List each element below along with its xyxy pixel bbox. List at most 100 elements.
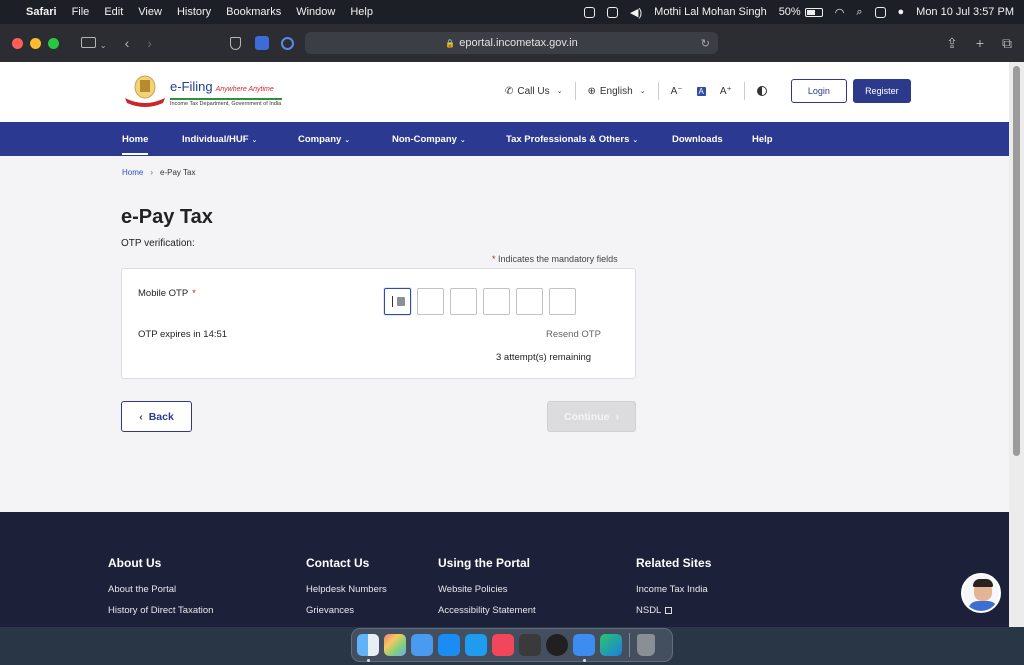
efiling-brand[interactable]: e-Filing Anywhere Anytime Income Tax Depa… xyxy=(170,78,282,107)
chat-assistant-avatar[interactable] xyxy=(961,573,1001,613)
contrast-toggle-icon[interactable] xyxy=(756,86,767,96)
otp-digit-input-4[interactable] xyxy=(483,288,510,315)
scrollbar-thumb[interactable] xyxy=(1013,66,1020,456)
page-scrollbar[interactable] xyxy=(1009,62,1024,627)
edge-browser-icon[interactable] xyxy=(600,634,622,656)
otp-digit-input-1[interactable] xyxy=(384,288,411,315)
window-controls xyxy=(12,37,59,49)
footer-link-helpdesk[interactable]: Helpdesk Numbers xyxy=(306,584,387,595)
final-cut-pro-icon[interactable] xyxy=(519,634,541,656)
spotlight-search-icon[interactable]: ⌕ xyxy=(856,6,862,19)
nav-non-company[interactable]: Non-Company ⌄ xyxy=(392,134,466,145)
menu-help[interactable]: Help xyxy=(350,6,373,18)
nav-individual-huf[interactable]: Individual/HUF ⌄ xyxy=(182,134,257,145)
chevron-down-icon: ⌄ xyxy=(251,137,258,144)
trash-icon[interactable] xyxy=(637,634,655,656)
battery-status[interactable]: 50% xyxy=(779,6,823,18)
divider xyxy=(574,82,576,100)
back-button[interactable]: ‹ Back xyxy=(121,401,192,432)
brand-underline xyxy=(170,98,282,100)
menu-user-name[interactable]: Mothi Lal Mohan Singh xyxy=(654,6,767,18)
footer-contact-heading: Contact Us xyxy=(306,556,370,570)
footer-link-nsdl-label: NSDL xyxy=(636,605,662,616)
nav-home-label: Home xyxy=(122,134,149,145)
menu-history[interactable]: History xyxy=(177,6,211,18)
nav-downloads[interactable]: Downloads xyxy=(672,134,723,145)
site-footer: About Us About the Portal History of Dir… xyxy=(0,512,1009,627)
finder-icon[interactable] xyxy=(357,634,379,662)
footer-link-nsdl[interactable]: NSDL xyxy=(636,605,711,616)
volume-icon[interactable]: ◀︎) xyxy=(630,6,642,19)
screen-record-icon[interactable] xyxy=(607,6,619,18)
menu-edit[interactable]: Edit xyxy=(104,6,123,18)
obs-icon[interactable] xyxy=(546,634,568,656)
font-normal-button[interactable]: A xyxy=(696,86,706,96)
footer-link-about-portal[interactable]: About the Portal xyxy=(108,584,213,595)
menu-safari[interactable]: Safari xyxy=(26,6,57,18)
zoom-window-button[interactable] xyxy=(48,37,59,49)
menu-clock[interactable]: Mon 10 Jul 3:57 PM xyxy=(916,6,1014,18)
otp-digit-input-6[interactable] xyxy=(549,288,576,315)
nav-downloads-label: Downloads xyxy=(672,134,723,145)
share-icon[interactable]: ⇪ xyxy=(946,35,958,52)
macos-dock xyxy=(351,628,673,662)
mail-icon[interactable] xyxy=(411,634,433,656)
nav-home[interactable]: Home xyxy=(122,134,149,155)
resend-otp-link[interactable]: Resend OTP xyxy=(546,329,601,340)
login-button[interactable]: Login xyxy=(790,79,847,103)
chevron-down-icon: ⌄ xyxy=(639,88,646,95)
otp-digit-input-5[interactable] xyxy=(516,288,543,315)
otp-digit-input-3[interactable] xyxy=(450,288,477,315)
chevron-right-icon: › xyxy=(615,410,620,423)
footer-link-website-policies[interactable]: Website Policies xyxy=(438,584,536,595)
otp-digit-input-2[interactable] xyxy=(417,288,444,315)
minimize-window-button[interactable] xyxy=(30,37,41,49)
wifi-icon[interactable]: ◠ xyxy=(835,6,845,19)
language-label: English xyxy=(599,85,633,97)
forward-nav-button[interactable]: › xyxy=(147,35,152,51)
nav-tax-professionals[interactable]: Tax Professionals & Others ⌄ xyxy=(506,134,638,145)
footer-link-income-tax-india[interactable]: Income Tax India xyxy=(636,584,711,595)
back-nav-button[interactable]: ‹ xyxy=(125,35,130,51)
sidebar-toggle-button[interactable]: ⌄ xyxy=(81,35,107,51)
footer-link-history[interactable]: History of Direct Taxation xyxy=(108,605,213,616)
music-icon[interactable] xyxy=(492,634,514,656)
footer-contact-column: Contact Us Helpdesk Numbers Grievances xyxy=(306,556,387,626)
footer-portal-heading: Using the Portal xyxy=(438,556,531,570)
address-bar[interactable]: 🔒 eportal.incometax.gov.in ↻ xyxy=(305,32,718,54)
launchpad-icon[interactable] xyxy=(384,634,406,656)
header-utilities: ✆ Call Us ⌄ ⊕ English ⌄ A⁻ A A⁺ Login Re… xyxy=(505,78,911,104)
menu-window[interactable]: Window xyxy=(296,6,335,18)
control-center-icon[interactable] xyxy=(874,6,886,18)
app-store-icon[interactable] xyxy=(438,634,460,656)
bitwarden-extension-icon[interactable] xyxy=(254,36,269,50)
reload-icon[interactable]: ↻ xyxy=(701,37,710,50)
shield-status-icon[interactable] xyxy=(584,6,596,18)
continue-button[interactable]: Continue › xyxy=(547,401,636,432)
call-us-dropdown[interactable]: ✆ Call Us ⌄ xyxy=(505,86,563,97)
nav-company-label: Company xyxy=(298,134,342,145)
menu-file[interactable]: File xyxy=(72,6,90,18)
password-key-icon[interactable] xyxy=(397,297,405,306)
main-navigation: Home Individual/HUF ⌄ Company ⌄ Non-Compan… xyxy=(0,122,1009,156)
safari-icon[interactable] xyxy=(573,634,595,662)
privacy-shield-icon[interactable] xyxy=(229,36,241,50)
extension-compass-icon[interactable] xyxy=(280,36,294,50)
nav-help[interactable]: Help xyxy=(752,134,773,145)
menu-bookmarks[interactable]: Bookmarks xyxy=(226,6,281,18)
tab-overview-icon[interactable]: ⧉ xyxy=(1002,35,1012,52)
menu-view[interactable]: View xyxy=(138,6,162,18)
register-button[interactable]: Register xyxy=(852,79,911,103)
language-dropdown[interactable]: ⊕ English ⌄ xyxy=(588,86,646,97)
breadcrumb-home-link[interactable]: Home xyxy=(122,168,143,177)
font-increase-button[interactable]: A⁺ xyxy=(720,86,732,97)
new-tab-icon[interactable]: + xyxy=(976,35,984,52)
prime-video-icon[interactable] xyxy=(465,634,487,656)
nav-company[interactable]: Company ⌄ xyxy=(298,134,350,145)
siri-icon[interactable]: ● xyxy=(898,6,905,18)
emblem-logo-icon[interactable] xyxy=(123,74,167,108)
footer-link-grievances[interactable]: Grievances xyxy=(306,605,387,616)
close-window-button[interactable] xyxy=(12,37,23,49)
font-decrease-button[interactable]: A⁻ xyxy=(671,86,683,97)
footer-link-accessibility[interactable]: Accessibility Statement xyxy=(438,605,536,616)
